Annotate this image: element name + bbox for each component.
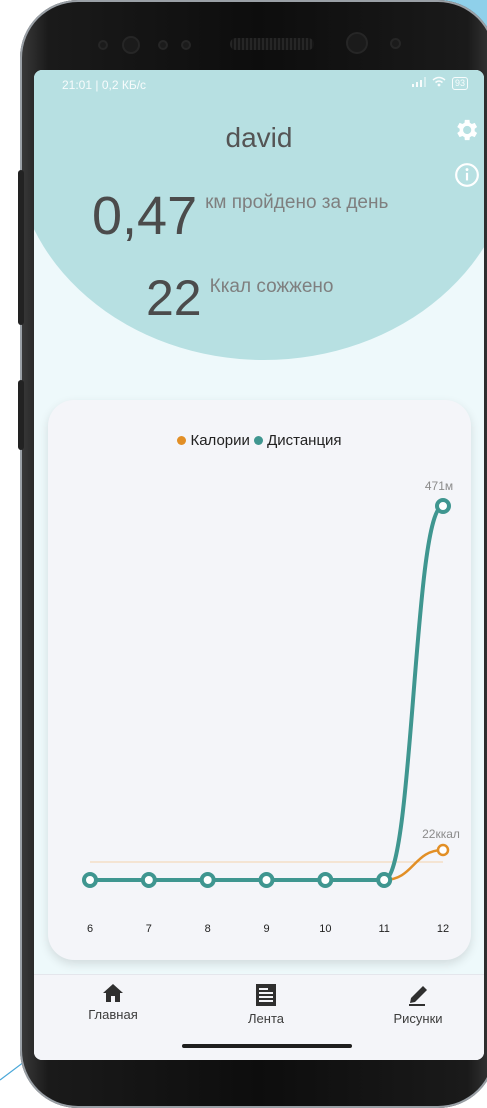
calories-label: Ккал сожжено — [209, 276, 334, 297]
distance-point — [376, 872, 393, 888]
distance-point — [258, 872, 275, 888]
distance-value: 0,47 — [92, 186, 198, 246]
x-tick-label: 9 — [263, 923, 269, 935]
status-time-speed: 21:01 | 0,2 КБ/с — [62, 78, 147, 92]
x-tick-label: 11 — [378, 923, 389, 935]
distance-point — [317, 872, 334, 888]
x-tick-label: 12 — [437, 923, 449, 935]
distance-point — [435, 498, 451, 514]
x-tick-label: 6 — [87, 923, 93, 935]
home-icon — [103, 984, 123, 1002]
nav-home[interactable]: Главная — [53, 983, 173, 1022]
signal-icon — [411, 76, 426, 90]
x-tick-label: 10 — [319, 923, 331, 935]
distance-point — [140, 872, 157, 888]
chart-card: Калории Дистанция 22ккал 471м 6 7 8 9 10 11 12 — [48, 400, 471, 960]
x-tick-label: 8 — [205, 923, 211, 935]
calories-value: 22 — [146, 270, 202, 326]
calories-data-label: 22ккал — [422, 827, 460, 841]
earpiece-speaker — [230, 38, 314, 50]
nav-feed-label: Лента — [248, 1011, 284, 1026]
power-button — [18, 380, 24, 450]
pencil-icon — [409, 986, 427, 1006]
distance-label: км пройдено за день — [205, 192, 389, 213]
nav-home-label: Главная — [88, 1007, 138, 1022]
calories-stat: 22 Ккал сожжено — [146, 272, 333, 324]
status-bar: 21:01 | 0,2 КБ/с 93 — [34, 70, 484, 100]
username: david — [225, 122, 293, 153]
app-screen: 21:01 | 0,2 КБ/с 93 david 0,47 км пройде… — [34, 70, 484, 1060]
front-camera — [124, 38, 138, 52]
distance-point — [199, 872, 216, 888]
gear-icon[interactable] — [452, 116, 480, 144]
feed-icon — [256, 984, 276, 1006]
distance-series-line — [90, 504, 444, 882]
home-indicator[interactable] — [182, 1044, 352, 1048]
nav-feed[interactable]: Лента — [206, 983, 326, 1026]
calories-point — [436, 843, 450, 857]
distance-point — [82, 872, 98, 888]
nav-drawings-label: Рисунки — [393, 1011, 443, 1026]
iris-camera — [348, 34, 366, 52]
volume-button — [18, 170, 24, 325]
status-icons: 93 — [411, 76, 468, 90]
sensor-dot — [183, 42, 189, 48]
distance-data-label: 471м — [425, 479, 453, 493]
nav-drawings[interactable]: Рисунки — [358, 983, 478, 1026]
sensor-dot — [160, 42, 166, 48]
distance-stat: 0,47 км пройдено за день — [92, 188, 388, 244]
line-chart: 22ккал 471м 6 7 8 9 10 11 12 — [82, 479, 460, 935]
sensor-dot — [100, 42, 106, 48]
sensor-dot — [392, 40, 399, 47]
wifi-icon — [432, 76, 446, 90]
info-icon[interactable] — [454, 162, 480, 188]
battery-icon: 93 — [451, 76, 468, 90]
x-tick-label: 7 — [146, 923, 152, 935]
